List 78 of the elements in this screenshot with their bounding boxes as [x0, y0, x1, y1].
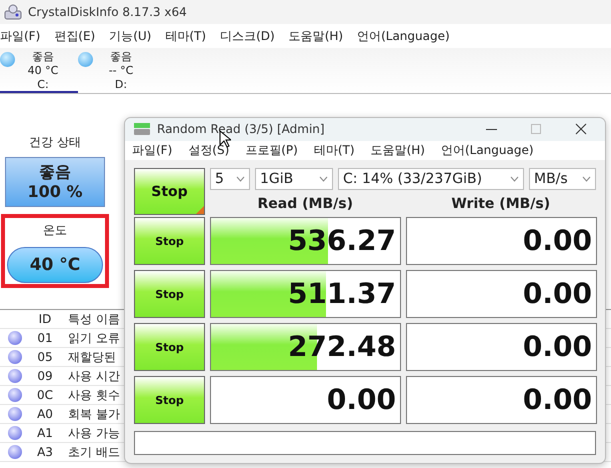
table-cell-text: A3	[36, 445, 54, 459]
table-cell-text: 사용 가능	[67, 424, 120, 442]
drive-temperature: 40 °C	[28, 64, 58, 78]
menu-item[interactable]: 기능(U)	[109, 28, 152, 44]
status-dot-icon	[8, 426, 22, 440]
result-value: 0.00	[522, 223, 592, 259]
status-dot-icon	[8, 369, 22, 383]
menu-item[interactable]: 테마(T)	[165, 28, 206, 44]
window-title: CrystalDiskInfo 8.17.3 x64	[28, 5, 187, 19]
menu-item[interactable]: 테마(T)	[314, 142, 355, 159]
menu-item[interactable]: 프로필(P)	[245, 142, 298, 159]
drive-tab[interactable]: 좋음 40 °C C:	[0, 48, 78, 93]
table-cell-text: 읽기 오류	[67, 330, 120, 346]
result-value: 0.00	[326, 382, 396, 418]
dropdown[interactable]: 5	[210, 168, 250, 190]
stop-button[interactable]: Stop	[134, 323, 205, 371]
drive-status: 좋음	[110, 50, 132, 64]
chevron-down-icon	[319, 176, 328, 182]
table-cell-text: 사용 횟수	[67, 386, 120, 404]
table-cell-text: 사용 시간	[67, 368, 120, 384]
health-percent: 100 %	[28, 182, 82, 202]
temperature-value: 40 °C	[7, 247, 103, 283]
result-value: 0.00	[522, 382, 592, 418]
table-cell-text: 09	[36, 369, 54, 383]
column-header: 특성 이름	[67, 310, 120, 328]
drive-tab[interactable]: 좋음 -- °C D:	[78, 48, 156, 93]
health-label: 건강 상태	[29, 134, 81, 151]
status-dot-icon	[8, 407, 22, 421]
menu-item[interactable]: 파일(F)	[132, 142, 172, 159]
stop-button[interactable]: Stop	[134, 376, 205, 424]
result-value: 0.00	[522, 329, 592, 365]
menu-item[interactable]: 도움말(H)	[288, 28, 344, 44]
table-cell-text: 01	[36, 331, 54, 345]
dropdown[interactable]: MB/s	[529, 168, 596, 190]
close-icon[interactable]	[575, 123, 587, 136]
table-cell-text: 재할당된	[67, 348, 116, 366]
status-dot-icon	[78, 52, 93, 67]
corner-icon	[196, 206, 204, 214]
result-value: 0.00	[522, 276, 592, 312]
minimize-icon[interactable]	[486, 128, 497, 130]
menu-item[interactable]: 언어(Language)	[357, 28, 450, 44]
status-dot-icon	[8, 331, 22, 345]
column-header: Write (MB/s)	[450, 196, 552, 212]
drive-temperature: -- °C	[108, 64, 134, 78]
stop-button[interactable]: Stop	[134, 270, 205, 318]
status-dot-icon	[8, 350, 22, 364]
menu-item[interactable]: 설정(S)	[188, 142, 230, 159]
status-dot-icon	[0, 52, 15, 67]
column-header: ID	[38, 312, 52, 326]
status-dot-icon	[8, 388, 22, 402]
table-cell-text: 0C	[36, 388, 54, 402]
drive-status: 좋음	[32, 50, 54, 64]
menu-item[interactable]: 디스크(D)	[220, 28, 275, 44]
stop-button[interactable]: Stop	[134, 217, 205, 265]
menu-item[interactable]: 언어(Language)	[440, 142, 534, 159]
table-cell-text: A0	[36, 407, 54, 421]
chevron-down-icon	[236, 176, 245, 182]
table-cell-text: A1	[36, 426, 54, 440]
chevron-down-icon	[510, 176, 519, 182]
temperature-label: 온도	[43, 222, 67, 239]
dropdown[interactable]: C: 14% (33/237GiB)	[338, 168, 524, 190]
chevron-down-icon	[582, 176, 591, 182]
status-dot-icon	[8, 445, 22, 459]
column-header: Read (MB/s)	[256, 196, 354, 212]
dropdown[interactable]: 1GiB	[255, 168, 333, 190]
drive-letter: D:	[114, 78, 128, 92]
disk-drive-icon	[133, 122, 151, 136]
menu-item[interactable]: 편집(E)	[54, 28, 96, 44]
menu-item[interactable]: 도움말(H)	[370, 142, 425, 159]
table-cell-text: 초기 배드	[67, 444, 120, 460]
disk-drive-icon	[4, 4, 22, 20]
menu-item[interactable]: 파일(F)	[0, 28, 40, 44]
table-cell-text: 회복 불가	[67, 406, 120, 422]
health-status: 좋음	[39, 162, 71, 182]
stop-button[interactable]: Stop	[134, 168, 205, 215]
drive-letter: C:	[37, 78, 49, 92]
window-title: Random Read (3/5) [Admin]	[157, 122, 325, 136]
table-cell-text: 05	[36, 350, 54, 364]
